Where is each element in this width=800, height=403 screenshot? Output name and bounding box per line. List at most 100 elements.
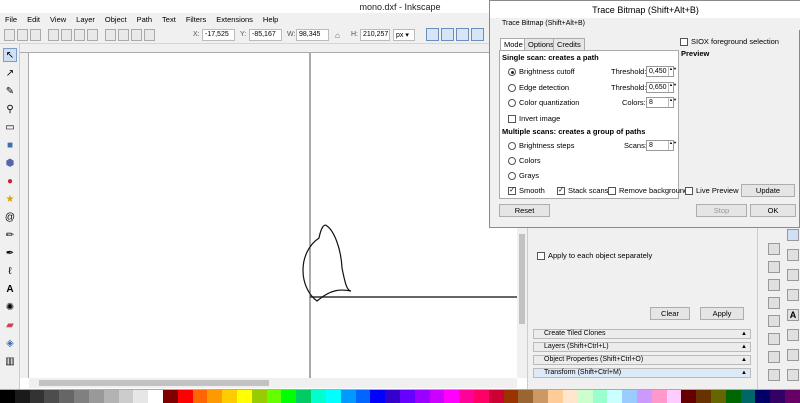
- zoom-page-icon[interactable]: [768, 279, 780, 291]
- scale-corners-icon[interactable]: [441, 28, 454, 41]
- spinner-icon[interactable]: ▲▼: [668, 83, 677, 92]
- menu-filters[interactable]: Filters: [181, 13, 211, 26]
- scans-input[interactable]: 8 ▲▼: [646, 140, 677, 151]
- palette-swatch[interactable]: [533, 390, 549, 403]
- select-all-layers-icon[interactable]: [17, 29, 28, 41]
- deselect-icon[interactable]: [30, 29, 41, 41]
- palette-swatch[interactable]: [622, 390, 637, 403]
- text-font-icon[interactable]: A: [787, 309, 799, 321]
- snap-nodes-icon[interactable]: [787, 269, 799, 281]
- palette-swatch[interactable]: [162, 390, 178, 403]
- invert-image-checkbox[interactable]: [508, 115, 516, 123]
- palette-swatch[interactable]: [148, 390, 163, 403]
- menu-text[interactable]: Text: [157, 13, 181, 26]
- dock-object-properties[interactable]: Object Properties (Shift+Ctrl+O) ▲: [533, 355, 751, 365]
- raise-icon[interactable]: [118, 29, 129, 41]
- gradient-tool-icon[interactable]: ▥: [3, 354, 17, 368]
- dock-create-tiled-clones[interactable]: Create Tiled Clones ▲: [533, 329, 751, 339]
- spiral-tool-icon[interactable]: @: [3, 210, 17, 224]
- pen-tool-icon[interactable]: ✒: [3, 246, 17, 260]
- stack-scans-checkbox[interactable]: ✓: [557, 187, 565, 195]
- node-tool-icon[interactable]: ↗: [3, 66, 17, 80]
- palette-swatch[interactable]: [548, 390, 563, 403]
- calligraphy-tool-icon[interactable]: ℓ: [3, 264, 17, 278]
- grays-radio[interactable]: [508, 172, 516, 180]
- palette-swatch[interactable]: [711, 390, 726, 403]
- palette-swatch[interactable]: [770, 390, 786, 403]
- palette-swatch[interactable]: [681, 390, 697, 403]
- palette-swatch[interactable]: [651, 390, 667, 403]
- palette-swatch[interactable]: [474, 390, 489, 403]
- palette-swatch[interactable]: [59, 390, 75, 403]
- horizontal-scrollbar[interactable]: [29, 378, 517, 388]
- color-quantization-radio[interactable]: [508, 99, 516, 107]
- ellipse-tool-icon[interactable]: ●: [3, 174, 17, 188]
- palette-swatch[interactable]: [459, 390, 474, 403]
- palette-swatch[interactable]: [177, 390, 193, 403]
- clear-button[interactable]: Clear: [650, 307, 690, 320]
- palette-swatch[interactable]: [266, 390, 282, 403]
- lock-icon[interactable]: ⌂: [335, 31, 340, 40]
- palette-swatch[interactable]: [103, 390, 119, 403]
- snap-toggle-icon[interactable]: [787, 229, 799, 241]
- palette-swatch[interactable]: [399, 390, 415, 403]
- palette-swatch[interactable]: [636, 390, 652, 403]
- palette-swatch[interactable]: [444, 390, 460, 403]
- star-tool-icon[interactable]: ★: [3, 192, 17, 206]
- reset-button[interactable]: Reset: [499, 204, 550, 217]
- y-input[interactable]: -85,167: [249, 29, 282, 41]
- flip-vertical-icon[interactable]: [87, 29, 98, 41]
- menu-file[interactable]: File: [0, 13, 22, 26]
- palette-swatch[interactable]: [29, 390, 45, 403]
- menu-view[interactable]: View: [45, 13, 71, 26]
- ok-button[interactable]: OK: [750, 204, 796, 217]
- brightness-cutoff-radio[interactable]: [508, 68, 516, 76]
- palette-swatch[interactable]: [355, 390, 371, 403]
- transform-patterns-icon[interactable]: [471, 28, 484, 41]
- vertical-scroll-thumb[interactable]: [519, 234, 525, 324]
- palette-swatch[interactable]: [577, 390, 593, 403]
- tab-credits[interactable]: Credits: [553, 38, 585, 50]
- zoom-drawing-icon[interactable]: [768, 261, 780, 273]
- palette-swatch[interactable]: [592, 390, 608, 403]
- 3d-box-tool-icon[interactable]: ⬢: [3, 156, 17, 170]
- palette-swatch[interactable]: [133, 390, 149, 403]
- tweak-tool-icon[interactable]: ✎: [3, 84, 17, 98]
- spinner-icon[interactable]: ▲▼: [668, 98, 677, 107]
- palette-swatch[interactable]: [385, 390, 400, 403]
- unit-select[interactable]: px ▾: [393, 29, 415, 41]
- stop-button[interactable]: Stop: [696, 204, 747, 217]
- w-input[interactable]: 98,345: [296, 29, 329, 41]
- raise-to-top-icon[interactable]: [105, 29, 116, 41]
- eraser-tool-icon[interactable]: ▰: [3, 318, 17, 332]
- canvas[interactable]: [29, 53, 517, 378]
- spinner-icon[interactable]: ▲▼: [668, 67, 677, 76]
- palette-swatch[interactable]: [562, 390, 578, 403]
- palette-swatch[interactable]: [740, 390, 756, 403]
- text-tool-icon[interactable]: A: [3, 282, 17, 296]
- threshold-input[interactable]: 0,450 ▲▼: [646, 66, 677, 77]
- palette-swatch[interactable]: [251, 390, 267, 403]
- palette-swatch[interactable]: [503, 390, 519, 403]
- palette-swatch[interactable]: [755, 390, 771, 403]
- h-input[interactable]: 210,257: [360, 29, 390, 41]
- palette-swatch[interactable]: [192, 390, 208, 403]
- palette-swatch[interactable]: [222, 390, 237, 403]
- palette-swatch[interactable]: [488, 390, 504, 403]
- align-icon[interactable]: [787, 349, 799, 361]
- bucket-tool-icon[interactable]: ◈: [3, 336, 17, 350]
- smooth-checkbox[interactable]: ✓: [508, 187, 516, 195]
- edge-threshold-input[interactable]: 0,650 ▲▼: [646, 82, 677, 93]
- scale-stroke-icon[interactable]: [426, 28, 439, 41]
- zoom-tool-icon[interactable]: ⚲: [3, 102, 17, 116]
- snap-bbox-icon[interactable]: [787, 249, 799, 261]
- clone-icon[interactable]: [768, 315, 780, 327]
- snap-guide-icon[interactable]: [787, 369, 799, 381]
- palette-swatch[interactable]: [370, 390, 386, 403]
- measure-tool-icon[interactable]: ▭: [3, 120, 17, 134]
- palette-swatch[interactable]: [429, 390, 445, 403]
- zoom-selection-icon[interactable]: [768, 243, 780, 255]
- palette-swatch[interactable]: [725, 390, 741, 403]
- x-input[interactable]: -17,525: [202, 29, 235, 41]
- palette-swatch[interactable]: [340, 390, 356, 403]
